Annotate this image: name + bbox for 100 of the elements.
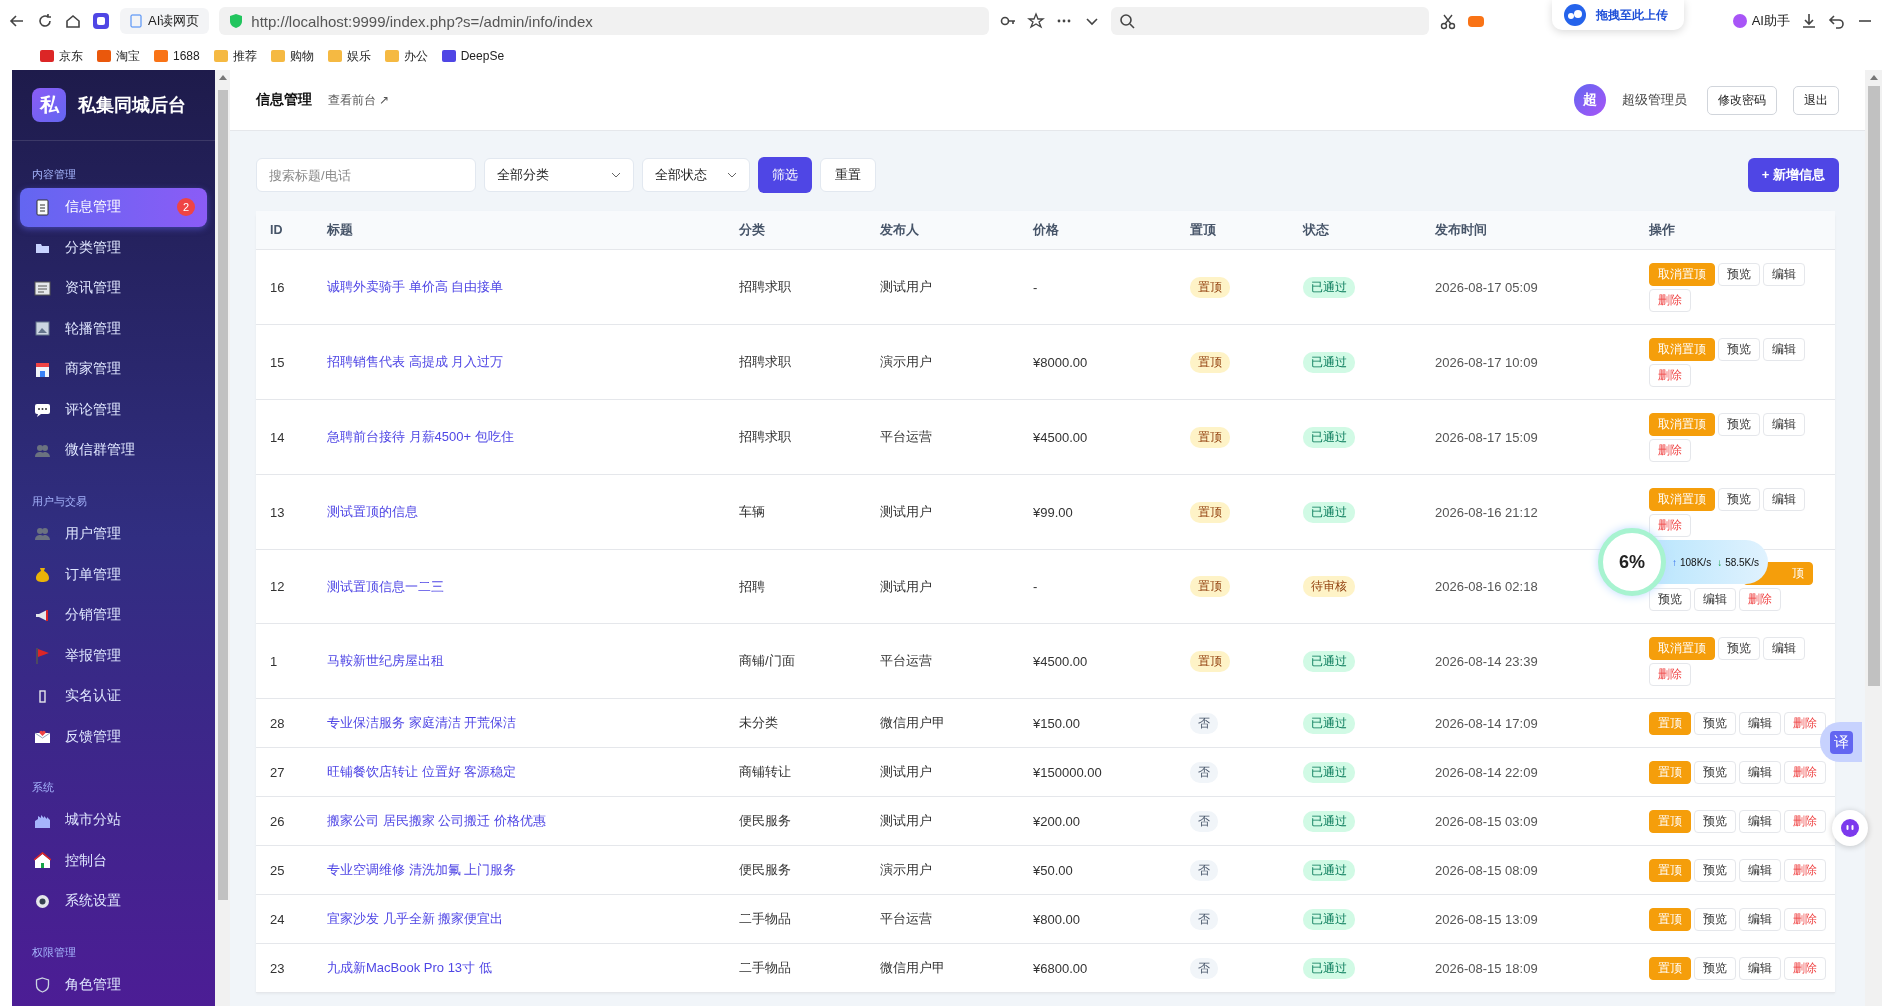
nav-item[interactable]: 实名认证 (20, 676, 207, 716)
action-button[interactable]: 编辑 (1694, 588, 1736, 611)
action-button[interactable]: 删除 (1784, 711, 1826, 735)
title-link[interactable]: 专业保洁服务 家庭清洁 开荒保洁 (327, 714, 517, 732)
action-button[interactable]: 删除 (1649, 662, 1691, 686)
search-field[interactable] (1111, 7, 1430, 35)
scroll-arrow-icon[interactable] (218, 74, 227, 80)
bookmark[interactable]: 办公 (384, 47, 428, 65)
nav-item[interactable]: 分销管理 (20, 595, 207, 635)
action-button[interactable]: 删除 (1784, 858, 1826, 882)
title-link[interactable]: 马鞍新世纪房屋出租 (327, 652, 444, 670)
action-button[interactable]: 预览 (1694, 858, 1736, 882)
action-button[interactable]: 删除 (1784, 956, 1826, 980)
action-button[interactable]: 编辑 (1739, 956, 1781, 980)
action-button[interactable]: 删除 (1739, 588, 1781, 611)
action-button[interactable]: 删除 (1784, 809, 1826, 833)
title-link[interactable]: 测试置顶的信息 (327, 503, 418, 521)
action-button[interactable]: 预览 (1694, 760, 1736, 784)
action-button[interactable]: 编辑 (1739, 907, 1781, 931)
title-link[interactable]: 招聘销售代表 高提成 月入过万 (327, 353, 504, 371)
action-button[interactable]: 预览 (1694, 809, 1736, 833)
action-button[interactable]: 编辑 (1763, 337, 1805, 361)
reset-button[interactable]: 重置 (820, 158, 876, 192)
action-button[interactable]: 预览 (1649, 588, 1691, 611)
title-link[interactable]: 宜家沙发 几乎全新 搬家便宜出 (327, 910, 504, 928)
nav-item[interactable]: 微信群管理 (20, 431, 207, 470)
address-bar[interactable]: http://localhost:9999/index.php?s=/admin/info/index (219, 7, 990, 35)
reload-icon[interactable] (36, 12, 54, 30)
bookmark[interactable]: 推荐 (213, 47, 257, 65)
add-button[interactable]: + 新增信息 (1747, 158, 1839, 192)
header-button[interactable]: 退出 (1793, 85, 1839, 115)
nav-item[interactable]: 反馈管理 (20, 717, 207, 756)
nav-item[interactable]: 订单管理 (20, 555, 207, 594)
scroll-arrow-icon[interactable] (1869, 74, 1878, 80)
nav-item[interactable]: 信息管理 2 (20, 188, 207, 227)
action-button[interactable]: 预览 (1718, 487, 1760, 511)
action-button[interactable]: 预览 (1718, 262, 1760, 286)
nav-item[interactable]: 分类管理 (20, 228, 207, 268)
star-icon[interactable] (1027, 12, 1046, 30)
frontend-link[interactable]: 查看前台 ↗ (328, 91, 390, 109)
action-button[interactable]: 编辑 (1739, 711, 1781, 735)
action-button[interactable]: 删除 (1649, 288, 1691, 312)
scrollbar[interactable] (1865, 70, 1882, 1006)
action-button[interactable]: 编辑 (1739, 858, 1781, 882)
title-link[interactable]: 旺铺餐饮店转让 位置好 客源稳定 (327, 763, 517, 781)
action-button[interactable]: 删除 (1784, 760, 1826, 784)
title-link[interactable]: 专业空调维修 清洗加氟 上门服务 (327, 861, 517, 879)
bookmark[interactable]: 淘宝 (97, 47, 140, 65)
title-link[interactable]: 九成新MacBook Pro 13寸 低 (327, 959, 492, 977)
action-button[interactable]: 删除 (1649, 363, 1691, 387)
filter-select[interactable]: 全部分类 (484, 158, 634, 192)
browser-tab[interactable]: AI读网页 (120, 8, 210, 34)
action-button[interactable]: 预览 (1718, 412, 1760, 436)
nav-item[interactable]: 商家管理 (20, 350, 207, 389)
title-link[interactable]: 诚聘外卖骑手 单价高 自由接单 (327, 278, 504, 296)
nav-item[interactable]: 系统设置 (20, 881, 207, 921)
translate-button[interactable]: 译 (1820, 722, 1862, 762)
title-link[interactable]: 测试置顶信息一二三 (327, 577, 444, 596)
title-link[interactable]: 搬家公司 居民搬家 公司搬迁 价格优惠 (327, 812, 546, 830)
action-button[interactable]: 删除 (1649, 513, 1691, 537)
nav-item[interactable]: 轮播管理 (20, 309, 207, 349)
scrollbar[interactable] (215, 70, 230, 1006)
filter-button[interactable]: 筛选 (758, 157, 812, 193)
bookmark[interactable]: 娱乐 (327, 47, 371, 65)
nav-item[interactable]: 用户管理 (20, 514, 207, 554)
table-cell: 12 (270, 579, 285, 594)
action-button[interactable]: 编辑 (1763, 262, 1805, 286)
ai-assistant-button[interactable]: AI助手 (1731, 12, 1790, 30)
filter-select[interactable]: 全部状态 (642, 158, 750, 192)
bookmark[interactable]: 购物 (270, 47, 314, 65)
action-button[interactable]: 预览 (1694, 711, 1736, 735)
action-button[interactable]: 删除 (1784, 907, 1826, 931)
bookmark[interactable]: 京东 (40, 47, 83, 65)
nav-item[interactable]: 控制台 (20, 841, 207, 880)
upload-popup[interactable]: 拖拽至此上传 (1552, 0, 1684, 30)
action-button[interactable]: 编辑 (1763, 636, 1805, 660)
action-button[interactable]: 预览 (1718, 636, 1760, 660)
action-button[interactable]: 预览 (1694, 956, 1736, 980)
header-button[interactable]: 修改密码 (1707, 85, 1777, 115)
action-button[interactable]: 删除 (1649, 438, 1691, 462)
nav-item[interactable]: 评论管理 (20, 390, 207, 430)
nav-item[interactable]: 举报管理 (20, 636, 207, 675)
download-icon[interactable] (1800, 12, 1818, 30)
action-button[interactable]: 编辑 (1763, 487, 1805, 511)
search-input[interactable]: 搜索标题/电话 (256, 158, 476, 192)
action-button[interactable]: 编辑 (1739, 760, 1781, 784)
action-button[interactable]: 编辑 (1763, 412, 1805, 436)
action-button[interactable]: 编辑 (1739, 809, 1781, 833)
bookmark[interactable]: DeepSe (441, 49, 505, 63)
undo-icon[interactable] (1828, 12, 1846, 30)
title-link[interactable]: 急聘前台接待 月薪4500+ 包吃住 (327, 428, 514, 446)
action-button[interactable]: 预览 (1718, 337, 1760, 361)
bookmark[interactable]: 1688 (154, 49, 200, 63)
home-icon[interactable] (64, 12, 82, 30)
scissors-icon[interactable] (1439, 12, 1458, 30)
action-button[interactable]: 预览 (1694, 907, 1736, 931)
ai-logo-icon[interactable] (92, 12, 110, 30)
nav-item[interactable]: 角色管理 (20, 965, 207, 1005)
nav-item[interactable]: 城市分站 (20, 800, 207, 840)
nav-item[interactable]: 资讯管理 (20, 269, 207, 308)
